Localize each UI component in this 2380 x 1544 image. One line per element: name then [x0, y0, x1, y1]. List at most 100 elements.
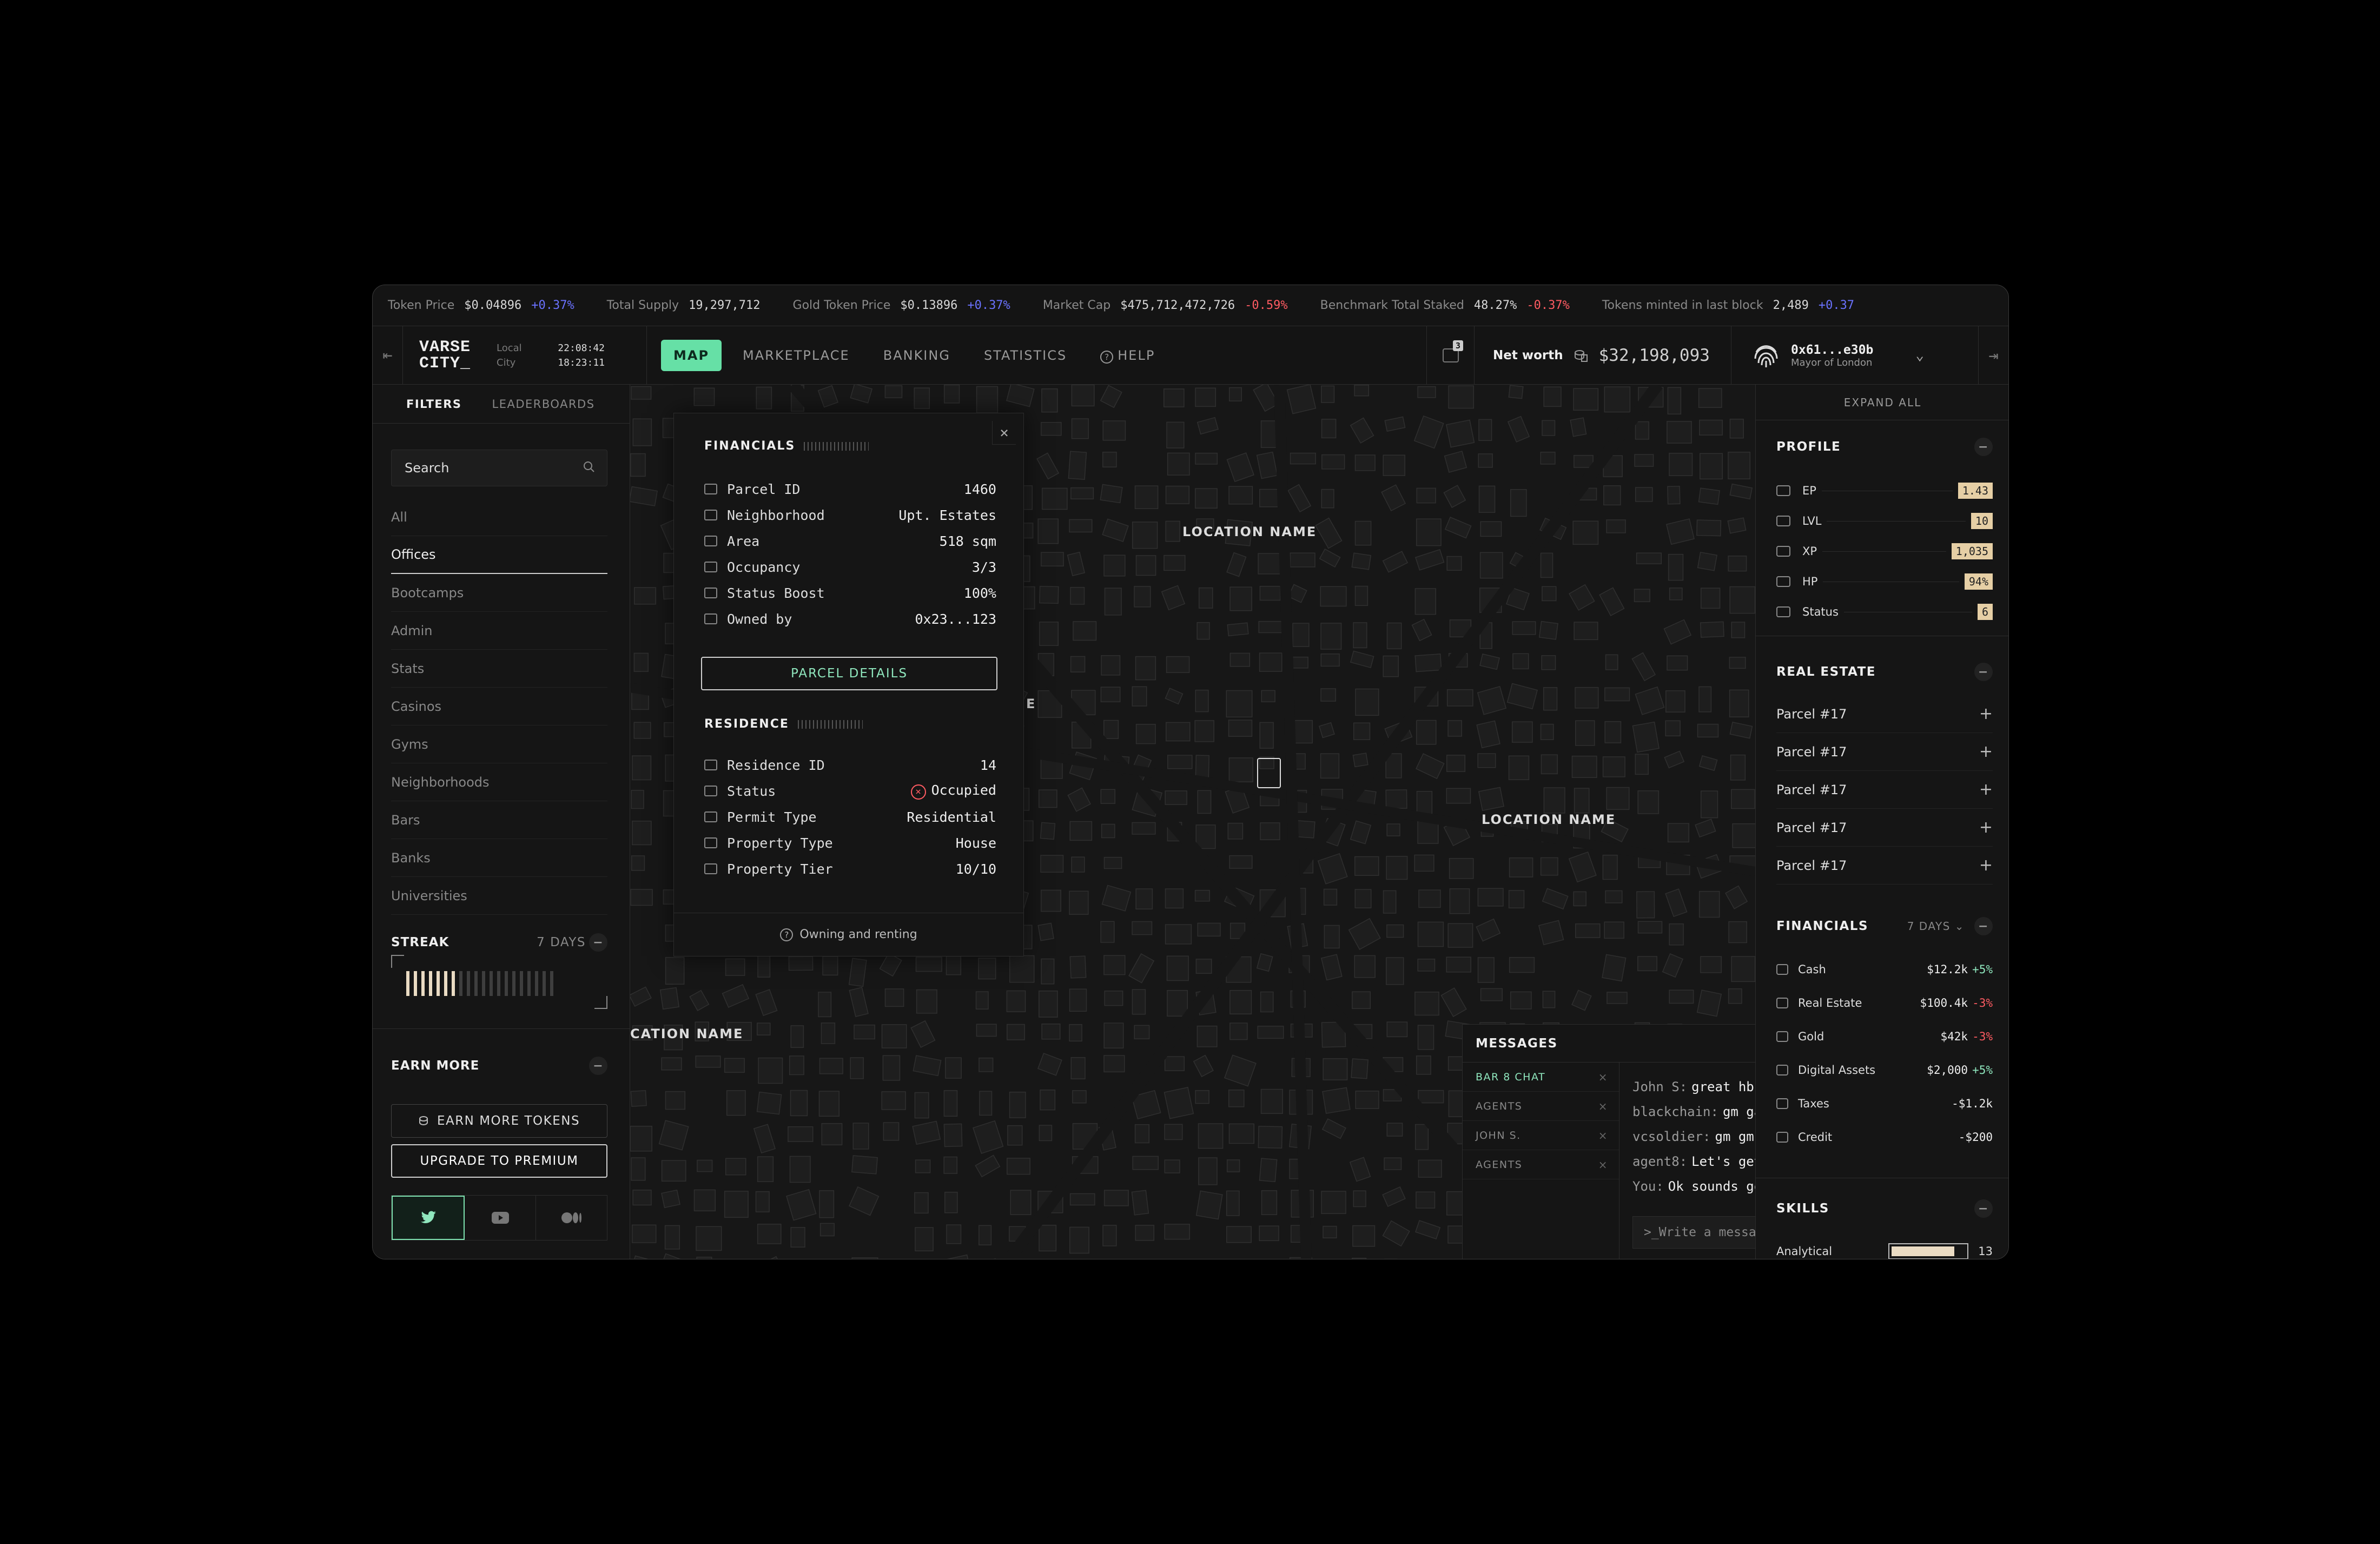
- nav-statistics[interactable]: STATISTICS: [971, 340, 1079, 371]
- tab-leaderboards[interactable]: LEADERBOARDS: [492, 398, 595, 411]
- financial-value: $2,000: [1927, 1064, 1968, 1077]
- parcel-row: Occupancy 3/3: [704, 554, 996, 580]
- filter-item-casinos[interactable]: Casinos: [391, 688, 607, 725]
- clipboard-icon: [704, 811, 717, 822]
- close-icon[interactable]: ×: [1598, 1071, 1608, 1084]
- profile-stat-status: Status 6: [1776, 600, 1993, 624]
- collapse-streak-button[interactable]: −: [589, 933, 607, 952]
- ticker-label: Token Price: [388, 299, 455, 312]
- filter-item-all[interactable]: All: [391, 498, 607, 536]
- filter-item-neighborhoods[interactable]: Neighborhoods: [391, 763, 607, 801]
- ticker-item: Tokens minted in last block 2,489 +0.37: [1602, 299, 1854, 312]
- collapse-financials-button[interactable]: −: [1974, 917, 1993, 935]
- profile-stat-label: LVL: [1802, 514, 1822, 527]
- parcel-row-value: House: [955, 835, 996, 851]
- plus-icon[interactable]: +: [1979, 742, 1993, 761]
- filter-item-admin[interactable]: Admin: [391, 612, 607, 650]
- filter-item-offices[interactable]: Offices: [391, 536, 607, 574]
- filter-item-universities[interactable]: Universities: [391, 877, 607, 915]
- leader-line: [1822, 551, 1946, 552]
- parcel-row-label: Property Tier: [727, 861, 833, 877]
- plus-icon[interactable]: +: [1979, 818, 1993, 837]
- streak-bar: [527, 971, 531, 996]
- skills-title: SKILLS: [1776, 1202, 1829, 1216]
- filter-item-bars[interactable]: Bars: [391, 801, 607, 839]
- profile-stat-value: 94%: [1964, 573, 1993, 590]
- search-input[interactable]: Search: [391, 450, 607, 486]
- map-location-label[interactable]: E: [1026, 696, 1036, 711]
- youtube-button[interactable]: [465, 1196, 536, 1240]
- message-input[interactable]: >_Write a message: [1632, 1216, 1755, 1249]
- tier-icon: [704, 863, 717, 874]
- collapse-left-icon[interactable]: ⇤: [373, 326, 403, 385]
- filter-item-stats[interactable]: Stats: [391, 650, 607, 688]
- real-estate-item[interactable]: Parcel #17 +: [1776, 733, 1993, 771]
- collapse-skills-button[interactable]: −: [1974, 1199, 1993, 1218]
- fingerprint-icon: [1754, 345, 1778, 367]
- close-icon[interactable]: ×: [1598, 1158, 1608, 1171]
- user-menu[interactable]: 0x61...e30b Mayor of London ⌄: [1731, 326, 1978, 385]
- filter-item-bootcamps[interactable]: Bootcamps: [391, 574, 607, 612]
- streak-bar: [406, 971, 409, 996]
- map-location-label[interactable]: CATION NAME: [630, 1026, 743, 1041]
- earn-more-tokens-button[interactable]: EARN MORE TOKENS: [391, 1104, 607, 1138]
- nav-help[interactable]: ? HELP: [1088, 340, 1167, 372]
- upgrade-premium-button[interactable]: UPGRADE TO PREMIUM: [391, 1144, 607, 1178]
- collapse-right-icon[interactable]: ⇥: [1978, 326, 2008, 385]
- channel-list: BAR 8 CHAT × AGENTS × JOHN S. × AGENTS ×: [1463, 1063, 1619, 1259]
- profile-title: PROFILE: [1776, 440, 1841, 454]
- financial-value: -$200: [1958, 1131, 1993, 1144]
- plus-icon[interactable]: +: [1979, 780, 1993, 799]
- nav-marketplace[interactable]: MARKETPLACE: [730, 340, 862, 371]
- nav-map[interactable]: MAP: [661, 340, 722, 371]
- streak-bar: [452, 971, 455, 996]
- collapse-earn-button[interactable]: −: [589, 1057, 607, 1075]
- real-estate-item[interactable]: Parcel #17 +: [1776, 695, 1993, 733]
- owning-renting-link[interactable]: ? Owning and renting: [674, 913, 1023, 956]
- map-location-label[interactable]: LOCATION NAME: [1482, 812, 1616, 827]
- real-estate-item[interactable]: Parcel #17 +: [1776, 847, 1993, 885]
- notifications-button[interactable]: 3: [1426, 326, 1474, 385]
- channel-item[interactable]: AGENTS ×: [1463, 1150, 1619, 1179]
- real-estate-item[interactable]: Parcel #17 +: [1776, 771, 1993, 809]
- net-worth: Net worth $32,198,093: [1474, 326, 1731, 385]
- app-logo[interactable]: VARSE CITY_: [419, 339, 470, 372]
- chat-message: vcsoldier: gm gm! let's do it: [1632, 1124, 1755, 1149]
- map-location-label[interactable]: LOCATION NAME: [1182, 524, 1317, 539]
- tab-filters[interactable]: FILTERS: [406, 398, 462, 411]
- streak-meter: [391, 955, 607, 1009]
- profile-stat-ep: EP 1.43: [1776, 479, 1993, 503]
- city-map[interactable]: LOCATION NAME LOCATION NAME CATION NAME …: [630, 385, 1755, 1259]
- plus-icon[interactable]: +: [1979, 704, 1993, 723]
- parcel-row-value: 10/10: [955, 861, 996, 877]
- parcel-row: Property Type House: [704, 830, 996, 856]
- search-icon[interactable]: [583, 461, 595, 473]
- chevron-down-icon[interactable]: ⌄: [1915, 347, 1924, 364]
- ticker-value: $0.04896: [464, 299, 522, 312]
- financial-row: Cash $12.2k +5%: [1776, 953, 1993, 986]
- channel-item[interactable]: AGENTS ×: [1463, 1092, 1619, 1121]
- financial-icon: [1776, 964, 1788, 975]
- collapse-real-estate-button[interactable]: −: [1974, 663, 1993, 681]
- close-icon[interactable]: ×: [992, 421, 1016, 445]
- channel-item[interactable]: BAR 8 CHAT ×: [1463, 1063, 1619, 1092]
- collapse-profile-button[interactable]: −: [1974, 438, 1993, 456]
- close-icon[interactable]: ×: [1598, 1100, 1608, 1113]
- nav-banking[interactable]: BANKING: [871, 340, 963, 371]
- twitter-button[interactable]: [392, 1196, 465, 1240]
- ticker-item: Token Price $0.04896 +0.37%: [388, 299, 574, 312]
- streak-bar: [490, 971, 493, 996]
- financials-period-select[interactable]: 7 DAYS ⌄: [1907, 920, 1965, 933]
- real-estate-label: Parcel #17: [1776, 706, 1847, 722]
- plus-icon[interactable]: +: [1979, 856, 1993, 875]
- streak-bar: [550, 971, 553, 996]
- medium-button[interactable]: [536, 1196, 607, 1240]
- filter-item-gyms[interactable]: Gyms: [391, 725, 607, 763]
- filter-item-banks[interactable]: Banks: [391, 839, 607, 877]
- channel-item[interactable]: JOHN S. ×: [1463, 1121, 1619, 1150]
- parcel-details-button[interactable]: PARCEL DETAILS: [701, 657, 997, 690]
- close-icon[interactable]: ×: [1598, 1129, 1608, 1142]
- real-estate-item[interactable]: Parcel #17 +: [1776, 809, 1993, 847]
- expand-all-button[interactable]: EXPAND ALL: [1756, 385, 2008, 420]
- streak-bar: [414, 971, 417, 996]
